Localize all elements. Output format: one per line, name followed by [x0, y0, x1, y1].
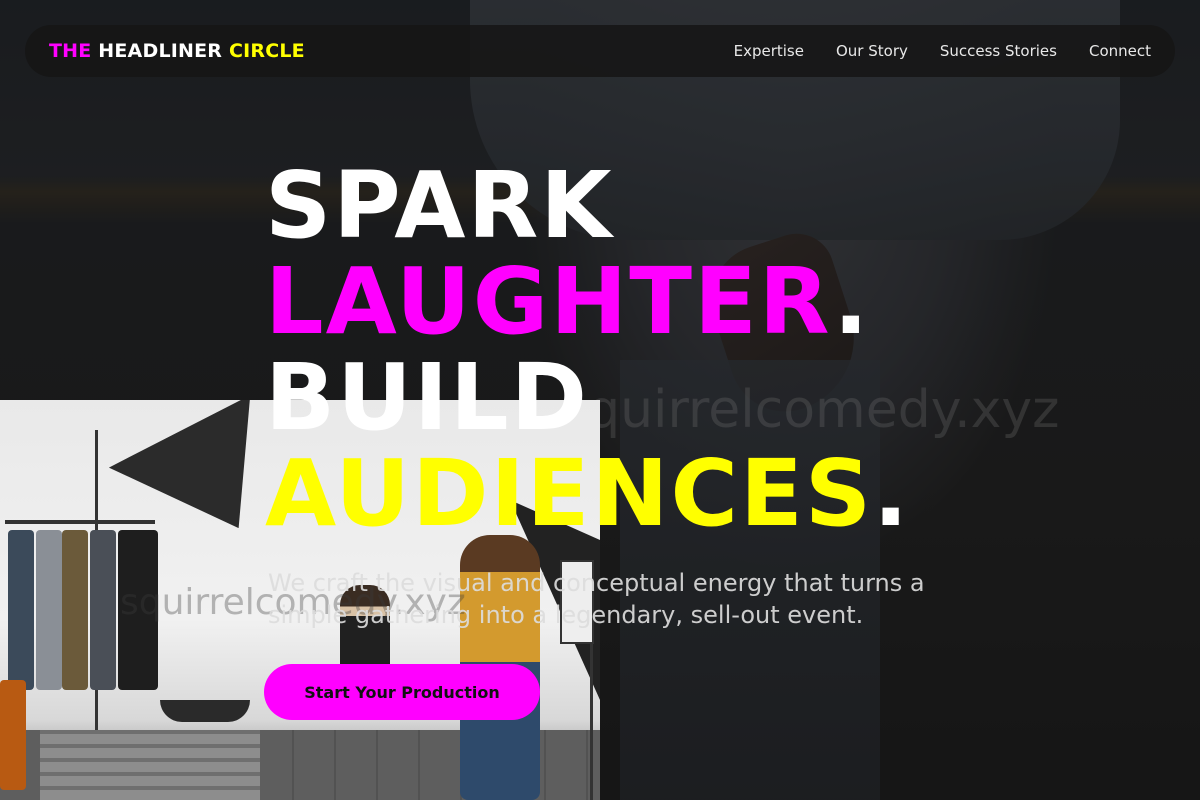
headline-line-audiences: AUDIENCES. — [265, 446, 985, 542]
hero-subtitle: We craft the visual and conceptual energ… — [268, 569, 925, 629]
headline-period: . — [873, 440, 911, 547]
hanging-garment — [8, 530, 34, 690]
nav-link-connect[interactable]: Connect — [1089, 42, 1151, 60]
headline-period: . — [833, 248, 871, 355]
hanging-garment — [62, 530, 88, 690]
logo-part-the: THE — [49, 40, 92, 62]
start-production-button[interactable]: Start Your Production — [264, 664, 540, 720]
studio-bowl — [160, 700, 250, 722]
headline-line-build: BUILD — [265, 344, 590, 451]
hero-headline: SPARK LAUGHTER. BUILD AUDIENCES. — [265, 158, 985, 542]
headline-line-laughter: LAUGHTER. — [265, 254, 985, 350]
logo-part-circle: CIRCLE — [228, 40, 305, 62]
headline-word-laughter: LAUGHTER — [265, 248, 834, 355]
headline-word-audiences: AUDIENCES — [265, 440, 874, 547]
nav-link-our-story[interactable]: Our Story — [836, 42, 908, 60]
nav-link-expertise[interactable]: Expertise — [734, 42, 804, 60]
nav-links: Expertise Our Story Success Stories Conn… — [734, 42, 1151, 60]
top-navigation: THE HEADLINER CIRCLE Expertise Our Story… — [25, 25, 1175, 77]
hanging-garment-orange — [0, 680, 26, 790]
hero-section: SPARK LAUGHTER. BUILD AUDIENCES. — [265, 158, 985, 542]
nav-link-success-stories[interactable]: Success Stories — [940, 42, 1057, 60]
hanging-garment — [36, 530, 62, 690]
headline-line-spark: SPARK — [265, 152, 614, 259]
logo-part-headliner: HEADLINER — [98, 40, 223, 62]
wooden-pallets — [40, 730, 260, 800]
clothing-rack-bar — [5, 520, 155, 524]
site-logo[interactable]: THE HEADLINER CIRCLE — [49, 40, 305, 62]
hanging-garment — [90, 530, 116, 690]
